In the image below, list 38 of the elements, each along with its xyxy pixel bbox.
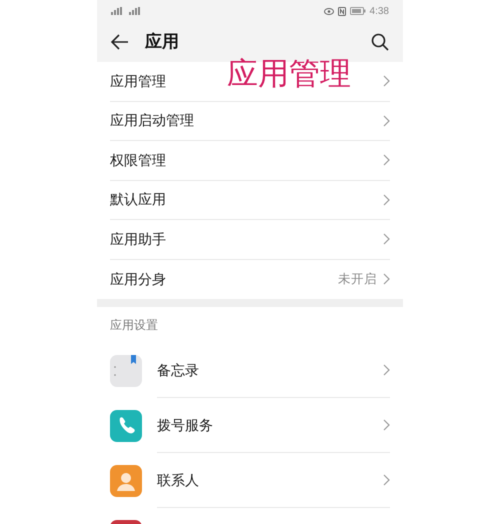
eye-icon [324,8,334,14]
item-label: 默认应用 [110,190,166,210]
app-row[interactable]: 备忘录 [110,343,390,398]
item-value: 未开启 [338,270,377,288]
item-label: 应用分身 [110,270,166,289]
search-button[interactable] [370,32,390,52]
back-button[interactable] [110,32,130,52]
menu-item[interactable]: 权限管理 [110,141,390,180]
chevron-icon [383,75,390,88]
menu-item[interactable]: 应用分身 未开启 [110,260,390,299]
app-name: 拨号服务 [157,416,213,434]
item-label: 应用管理 [110,72,166,91]
chevron-icon [383,233,390,246]
nfc-icon [338,6,346,16]
page-title: 应用 [145,31,179,54]
status-time: 4:38 [370,4,389,18]
chevron-icon [383,419,390,431]
section-header: 应用设置 [110,317,158,334]
app-name: 联系人 [157,470,199,490]
chevron-icon [383,474,390,486]
chevron-icon [383,273,390,286]
item-label: 权限管理 [110,150,166,170]
chevron-icon [383,194,390,206]
item-label: 应用启动管理 [110,111,194,130]
phone-icon [110,410,142,442]
battery-icon [350,7,366,15]
chevron-icon [383,114,390,127]
chevron-icon [383,154,390,166]
chevron-icon [383,364,390,376]
menu-item[interactable]: 默认应用 [110,180,390,220]
contact-icon [110,464,142,496]
app-row[interactable]: 拨号服务 [110,398,390,453]
notepad-icon [110,354,142,386]
menu-item[interactable]: 应用助手 [110,220,390,260]
item-label: 应用助手 [110,230,166,249]
app-row[interactable]: 联系人 [110,453,390,508]
menu-item[interactable]: 应用启动管理 [110,102,390,141]
app-name: 备忘录 [157,360,199,380]
